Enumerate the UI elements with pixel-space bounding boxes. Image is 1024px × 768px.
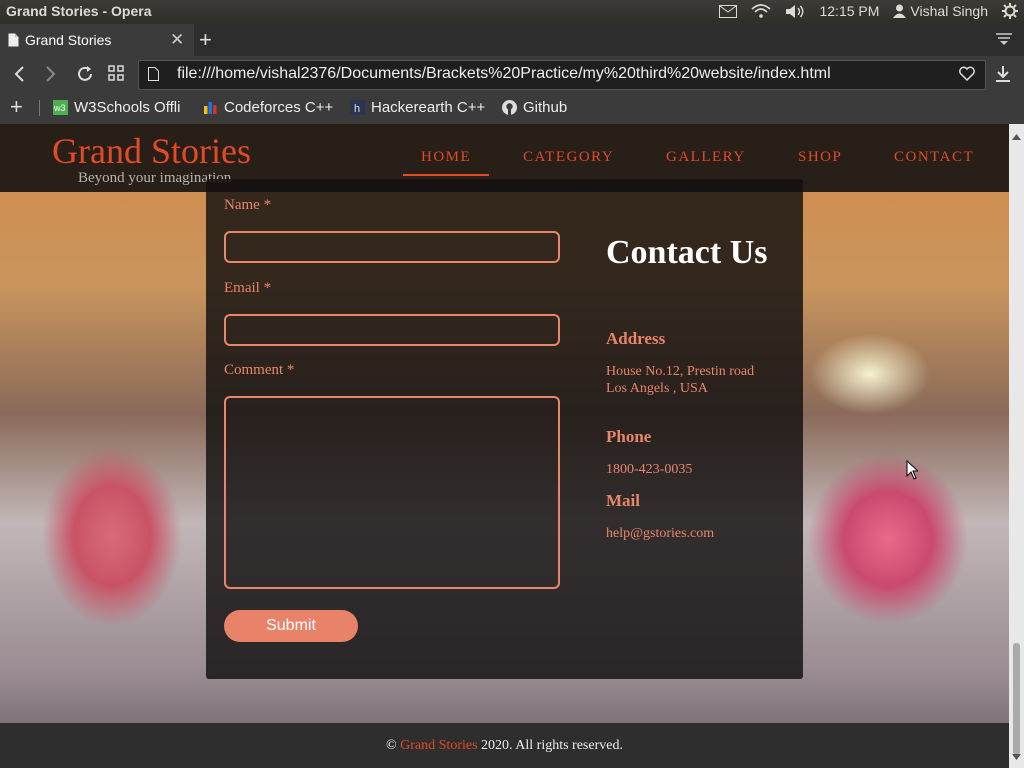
mouse-pointer-icon [906, 459, 920, 485]
comment-label: Comment * [224, 362, 295, 378]
bookmark-label: Codeforces C++ [224, 99, 334, 116]
scroll-down-icon[interactable] [1012, 747, 1021, 765]
browser-tab[interactable]: Grand Stories ✕ [0, 24, 194, 56]
tab-menu-icon[interactable] [996, 32, 1012, 51]
contact-card: Name * Email * Comment * Submit Contact … [206, 179, 803, 679]
bookmark-heart-icon[interactable] [959, 66, 975, 86]
tab-title: Grand Stories [25, 32, 112, 48]
footer-text: 2020. All rights reserved. [481, 738, 623, 753]
site-footer: © Grand Stories 2020. All rights reserve… [0, 723, 1009, 768]
wifi-icon[interactable] [751, 3, 772, 19]
nav-gallery[interactable]: GALLERY [666, 149, 746, 166]
back-icon[interactable] [13, 65, 25, 88]
page-icon [148, 67, 159, 86]
address-heading: Address [606, 329, 666, 348]
bookmark-w3schools[interactable]: w3 W3Schools Offli [53, 99, 180, 116]
scroll-up-icon[interactable] [1012, 127, 1021, 145]
user-icon [893, 4, 907, 18]
new-tab-icon[interactable]: + [199, 27, 212, 53]
user-name: Vishal Singh [910, 3, 988, 19]
hackerearth-icon: h [350, 100, 365, 115]
download-icon[interactable] [995, 65, 1011, 88]
nav-shop[interactable]: SHOP [798, 149, 842, 166]
power-gear-icon[interactable] [1002, 3, 1018, 19]
svg-text:w3: w3 [53, 103, 66, 113]
volume-icon[interactable] [785, 4, 805, 19]
add-bookmark-icon[interactable]: + [10, 94, 23, 120]
mail-heading: Mail [606, 491, 640, 510]
navigation-bar: file:///home/vishal2376/Documents/Bracke… [0, 56, 1024, 92]
os-top-panel: Grand Stories - Opera 12:15 PM Vishal Si… [0, 0, 1024, 24]
close-tab-icon[interactable]: ✕ [170, 30, 184, 50]
phone-number: 1800-423-0035 [606, 462, 693, 477]
clock[interactable]: 12:15 PM [819, 3, 879, 19]
address-text: House No.12, Prestin road Los Angels , U… [606, 363, 756, 397]
mail-icon[interactable] [719, 4, 738, 18]
reload-icon[interactable] [76, 65, 94, 88]
bookmark-hackerearth[interactable]: h Hackerearth C++ [350, 99, 485, 116]
email-label: Email * [224, 280, 272, 296]
address-line-1: House No.12, Prestin road [606, 364, 755, 379]
svg-text:h: h [354, 103, 360, 115]
name-label: Name * [224, 197, 272, 213]
submit-button[interactable]: Submit [224, 610, 358, 642]
url-text[interactable]: file:///home/vishal2376/Documents/Bracke… [177, 65, 831, 83]
address-bar[interactable]: file:///home/vishal2376/Documents/Bracke… [138, 60, 986, 90]
footer-brand[interactable]: Grand Stories [400, 738, 477, 753]
copyright-symbol: © [386, 738, 397, 753]
github-icon [502, 100, 517, 115]
nav-home[interactable]: HOME [403, 149, 490, 176]
forward-icon[interactable] [45, 65, 57, 88]
speed-dial-icon[interactable] [108, 65, 124, 86]
tab-strip: Grand Stories ✕ + [0, 24, 1024, 56]
name-input[interactable] [224, 231, 560, 263]
bookmark-github[interactable]: Github [502, 99, 567, 116]
contact-title: Contact Us [606, 234, 768, 271]
site-logo[interactable]: Grand Stories [52, 130, 251, 172]
bookmarks-bar: + w3 W3Schools Offli Codeforces C++ h Ha… [0, 92, 1024, 124]
email-input[interactable] [224, 314, 560, 346]
scrollbar-thumb[interactable] [1013, 643, 1020, 755]
user-menu[interactable]: Vishal Singh [893, 3, 988, 19]
address-line-2: Los Angels , USA [606, 381, 708, 396]
mail-address[interactable]: help@gstories.com [606, 525, 756, 542]
bookmark-label: Hackerearth C++ [371, 99, 486, 116]
nav-category[interactable]: CATEGORY [523, 149, 614, 166]
w3schools-icon: w3 [53, 100, 68, 115]
web-page: Grand Stories Beyond your imagination HO… [0, 124, 1009, 768]
system-tray: 12:15 PM Vishal Singh [719, 3, 1018, 19]
document-icon [8, 33, 19, 50]
comment-textarea[interactable] [224, 396, 560, 589]
page-scrollbar[interactable] [1009, 124, 1024, 768]
nav-contact[interactable]: CONTACT [894, 149, 974, 166]
bookmark-label: Github [523, 99, 568, 116]
window-title: Grand Stories - Opera [6, 3, 152, 19]
bookmark-codeforces[interactable]: Codeforces C++ [203, 99, 333, 116]
bookmarks-divider [39, 100, 40, 116]
bookmark-label: W3Schools Offli [74, 99, 181, 116]
codeforces-icon [204, 102, 217, 114]
phone-heading: Phone [606, 427, 652, 446]
